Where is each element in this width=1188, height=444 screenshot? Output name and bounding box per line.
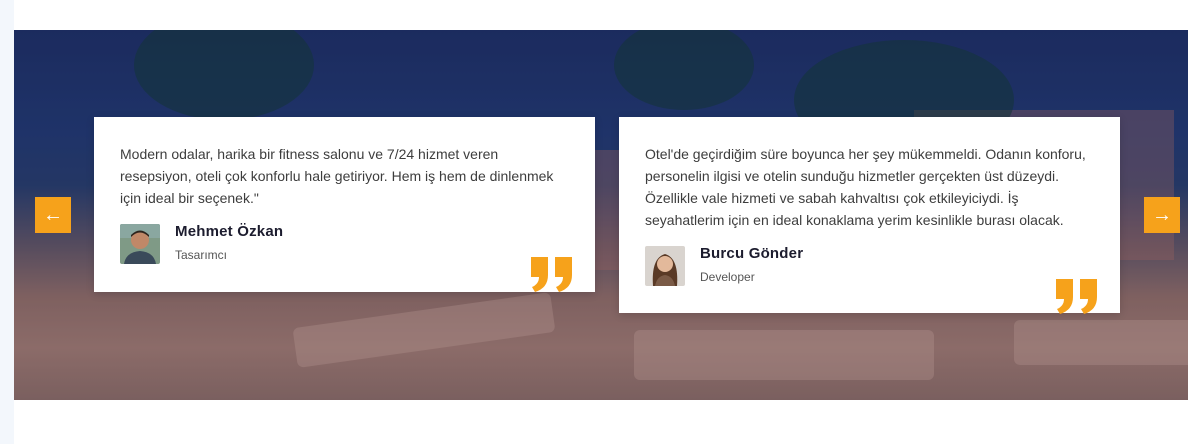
avatar xyxy=(120,224,160,264)
testimonial-quote: Otel'de geçirdiğim süre boyunca her şey … xyxy=(645,146,1086,228)
author-role: Tasarımcı xyxy=(175,248,228,262)
testimonial-quote: Modern odalar, harika bir fitness salonu… xyxy=(120,146,554,206)
female-avatar-photo xyxy=(645,246,685,286)
testimonials-section: ← Modern odalar, harika bir fitness salo… xyxy=(14,30,1188,400)
arrow-left-icon: ← xyxy=(43,203,63,226)
quote-icon xyxy=(1056,279,1097,314)
author-role: Developer xyxy=(700,270,755,284)
quote-icon xyxy=(531,257,572,292)
author-name: Burcu Gönder xyxy=(700,245,804,262)
author-name: Mehmet Özkan xyxy=(175,223,284,240)
male-avatar-photo xyxy=(120,224,160,264)
page-left-strip xyxy=(0,0,14,444)
avatar xyxy=(645,246,685,286)
testimonial-card: Modern odalar, harika bir fitness salonu… xyxy=(94,117,595,292)
arrow-right-icon: → xyxy=(1152,203,1172,226)
testimonial-card: Otel'de geçirdiğim süre boyunca her şey … xyxy=(619,117,1120,314)
next-slide-button[interactable]: → xyxy=(1144,197,1180,233)
prev-slide-button[interactable]: ← xyxy=(35,197,71,233)
